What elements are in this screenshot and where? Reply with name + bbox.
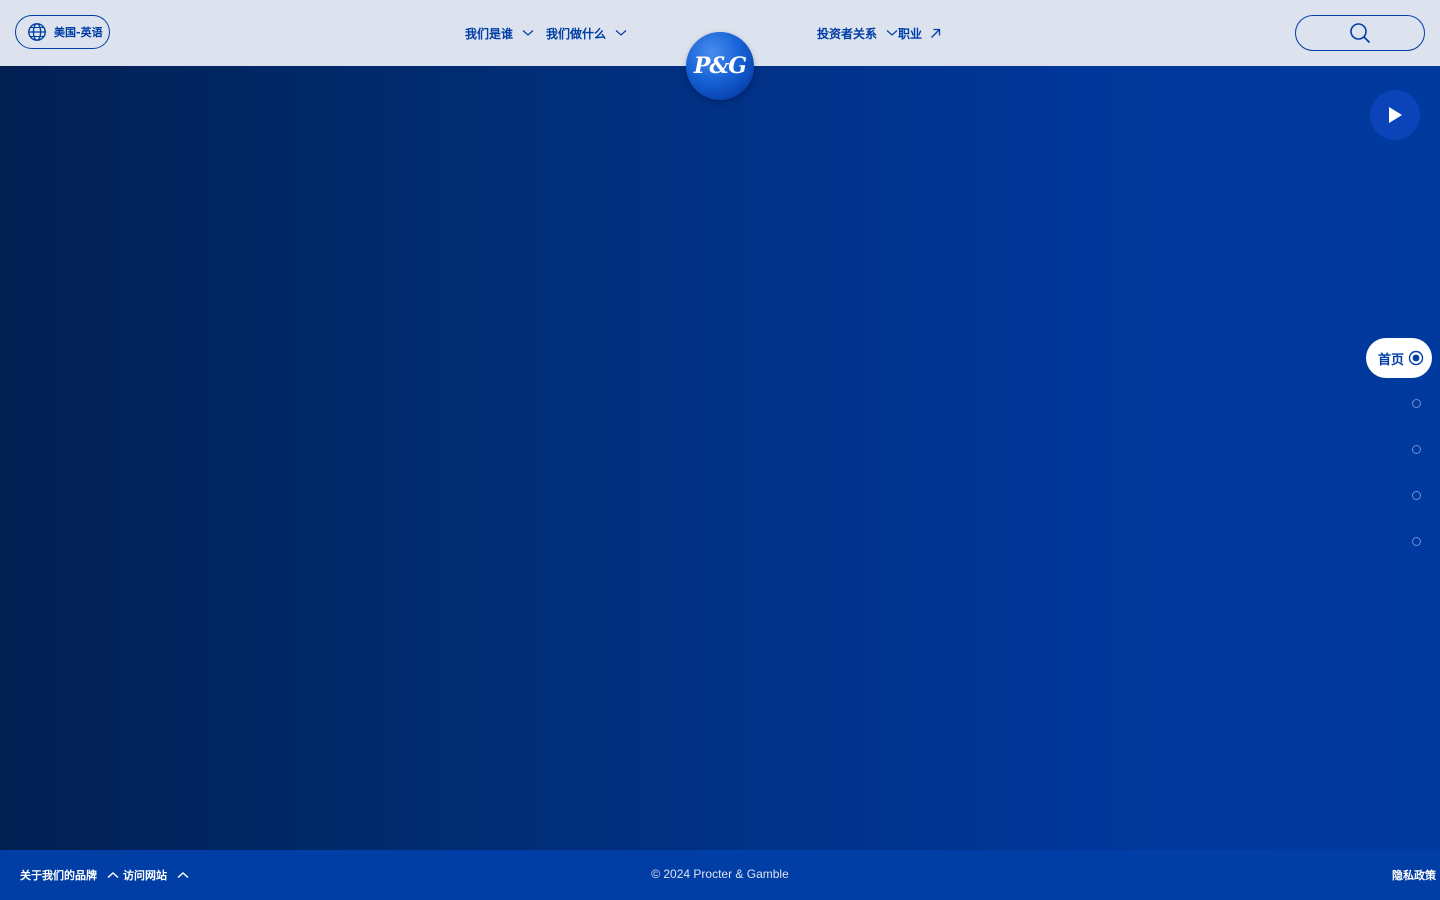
section-nav-dot[interactable] <box>1412 399 1421 408</box>
nav-careers[interactable]: 职业 <box>898 24 941 42</box>
chevron-down-icon <box>522 30 534 36</box>
nav-what-we-do[interactable]: 我们做什么 <box>546 24 627 42</box>
hero-section: 首页 <box>0 66 1440 850</box>
globe-icon <box>28 23 46 41</box>
chevron-down-icon <box>886 30 898 36</box>
section-nav-label: 首页 <box>1378 352 1405 368</box>
copyright-text: © 2024 Procter & Gamble <box>651 867 789 881</box>
nav-who-we-are[interactable]: 我们是谁 <box>465 24 534 42</box>
play-video-button[interactable] <box>1370 90 1420 140</box>
section-nav-dot[interactable] <box>1412 537 1421 546</box>
site-footer: 关于我们的品牌 访问网站 © 2024 Procter & Gamble 隐私政… <box>0 850 1440 900</box>
footer-privacy-link[interactable]: 隐私政策 <box>1392 867 1436 883</box>
pg-logo[interactable]: P&G <box>686 32 754 100</box>
nav-label: 投资者关系 <box>817 26 878 41</box>
logo-text: P&G <box>693 53 747 79</box>
section-nav-dot[interactable] <box>1412 491 1421 500</box>
locale-label: 美国-英语 <box>54 26 103 39</box>
nav-investor-relations[interactable]: 投资者关系 <box>817 24 898 42</box>
search-icon <box>1350 23 1371 44</box>
play-icon <box>1389 107 1402 123</box>
locale-selector-button[interactable]: 美国-英语 <box>15 15 110 49</box>
chevron-down-icon <box>615 30 627 36</box>
footer-link-label: 隐私政策 <box>1392 869 1436 882</box>
external-arrow-icon <box>931 28 941 38</box>
nav-label: 职业 <box>898 26 923 41</box>
search-input[interactable] <box>1295 15 1425 51</box>
section-nav-active[interactable]: 首页 <box>1366 338 1432 378</box>
section-nav-dot[interactable] <box>1412 445 1421 454</box>
nav-label: 我们做什么 <box>546 26 607 41</box>
nav-label: 我们是谁 <box>465 26 514 41</box>
radio-active-icon <box>1408 350 1424 366</box>
